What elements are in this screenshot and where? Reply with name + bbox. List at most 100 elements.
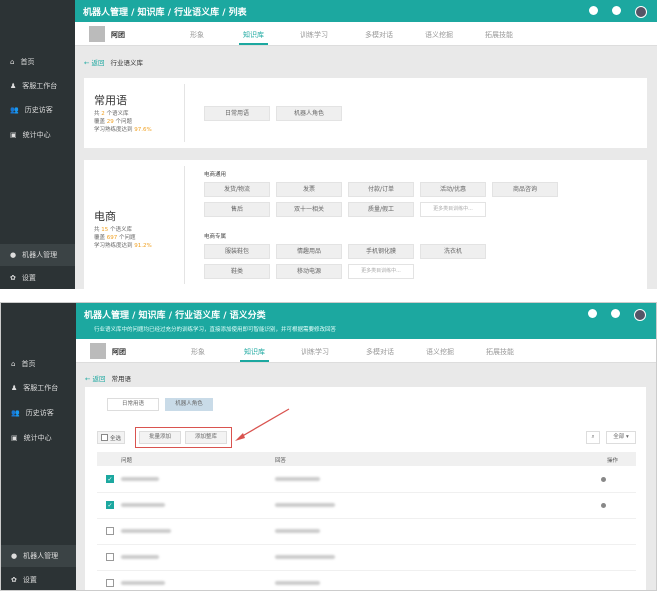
sidebar-item-home[interactable]: ⌂ 首页 [1,353,76,375]
answer-text [275,477,320,481]
row-checkbox[interactable] [106,579,114,587]
screen-industry-library-list: ⌂ 首页 ♟ 客服工作台 👥 历史访客 ▣ 统计中心 ● 机器人管理 ✿ 设置 机器人管理 … [0,0,657,289]
library-card-common: 常用语 共 2 个语义库 覆盖 29 个问题 学习熟练度达到 97.6% 日常用… [84,78,647,148]
gear-icon: ✿ [10,274,16,282]
tag[interactable]: 发票 [276,182,342,197]
answer-text [275,555,335,559]
answer-text [275,529,320,533]
row-checkbox[interactable]: ✓ [106,475,114,483]
chart-icon: ▣ [11,434,18,442]
tab-training[interactable]: 训练学习 [301,347,329,357]
sidebar-item-robot[interactable]: ● 机器人管理 [0,244,75,266]
tab-skills[interactable]: 拓展技能 [485,30,513,40]
question-text [121,477,159,481]
robot-subnav: 阿团 形象 知识库 训练学习 多模对话 语义挖掘 拓展技能 [76,339,656,363]
search-button[interactable]: ⌕ [586,431,600,444]
tag[interactable]: 售后 [204,202,270,217]
search-icon: ⌕ [591,434,595,440]
tag[interactable]: 商品咨询 [492,182,558,197]
tab-robot-role[interactable]: 机器人角色 [165,398,213,411]
robot-subnav: 阿团 形象 知识库 训练学习 多模对话 语义挖掘 拓展技能 [75,22,657,46]
tag[interactable]: 鞋类 [204,264,270,279]
sidebar-item-workbench[interactable]: ♟ 客服工作台 [0,75,75,97]
tag[interactable]: 日常用语 [204,106,270,121]
question-text [121,555,159,559]
avatar[interactable] [634,309,646,321]
breadcrumb: 机器人管理 / 知识库 / 行业语义库 / 语义分类 [84,311,266,321]
agent-icon: ♟ [11,384,18,392]
add-all-button[interactable]: 添加整库 [185,431,227,444]
sidebar-item-visitors[interactable]: 👥 历史访客 [0,99,75,121]
tab-appearance[interactable]: 形象 [191,347,205,357]
table-header: 问题 回答 操作 [97,452,636,466]
tag[interactable]: 活动/优惠 [420,182,486,197]
card-stats: 共 2 个语义库 覆盖 29 个问题 学习熟练度达到 97.6% [94,111,152,133]
page-breadcrumb: ← 返回 常用语 [85,375,132,383]
sidebar-item-visitors[interactable]: 👥 历史访客 [1,402,76,424]
notification-icon[interactable] [589,6,598,15]
robot-name[interactable]: 阿团 [111,30,125,40]
help-icon[interactable] [611,309,620,318]
back-link[interactable]: ← 返回 [85,375,106,383]
tab-mining[interactable]: 语义挖掘 [426,347,454,357]
sidebar-item-stats[interactable]: ▣ 统计中心 [0,124,75,146]
breadcrumb: 机器人管理 / 知识库 / 行业语义库 / 列表 [83,8,247,18]
question-text [121,503,165,507]
header: 机器人管理 / 知识库 / 行业语义库 / 语义分类 行业语义库中的问题均已经过… [76,303,656,339]
notification-icon[interactable] [588,309,597,318]
more-categories-placeholder: 更多类目训练中... [420,202,486,217]
help-icon[interactable] [612,6,621,15]
batch-add-button[interactable]: 批量添加 [139,431,181,444]
tag[interactable]: 质量/假工 [348,202,414,217]
tag[interactable]: 服装鞋包 [204,244,270,259]
tab-dialog[interactable]: 多模对话 [366,347,394,357]
tab-knowledge[interactable]: 知识库 [239,30,268,45]
tab-knowledge[interactable]: 知识库 [240,347,269,362]
robot-name[interactable]: 阿团 [112,347,126,357]
tag[interactable]: 手机钢化膜 [348,244,414,259]
library-card-ecommerce: 电商 共 15 个语义库 覆盖 697 个问题 学习熟练度达到 91.2% 电商… [84,160,647,289]
sidebar-item-home[interactable]: ⌂ 首页 [0,51,75,73]
tab-appearance[interactable]: 形象 [190,30,204,40]
tag[interactable]: 移动电源 [276,264,342,279]
tag[interactable]: 发货/物流 [204,182,270,197]
checkbox[interactable] [101,434,108,441]
tab-dialog[interactable]: 多模对话 [365,30,393,40]
card-title: 电商 [94,210,116,223]
sidebar-item-workbench[interactable]: ♟ 客服工作台 [1,377,76,399]
table-row [97,571,636,590]
row-checkbox[interactable] [106,553,114,561]
table-row [97,519,636,545]
sidebar-item-settings[interactable]: ✿ 设置 [1,569,76,590]
sidebar-item-stats[interactable]: ▣ 统计中心 [1,427,76,449]
tab-training[interactable]: 训练学习 [300,30,328,40]
delete-icon[interactable] [601,477,606,482]
question-text [121,581,165,585]
question-text [121,529,171,533]
sidebar-item-settings[interactable]: ✿ 设置 [0,267,75,289]
tab-mining[interactable]: 语义挖掘 [425,30,453,40]
sidebar: ⌂ 首页 ♟ 客服工作台 👥 历史访客 ▣ 统计中心 ● 机器人管理 ✿ 设置 [1,303,76,590]
tab-daily[interactable]: 日常用语 [107,398,159,411]
sidebar: ⌂ 首页 ♟ 客服工作台 👥 历史访客 ▣ 统计中心 ● 机器人管理 ✿ 设置 [0,0,75,289]
tag[interactable]: 洗衣机 [420,244,486,259]
group-label: 电商通用 [204,172,227,178]
select-all[interactable]: 全选 [97,431,125,444]
page-breadcrumb: ← 返回 行业语义库 [84,59,144,67]
delete-icon[interactable] [601,503,606,508]
tag[interactable]: 双十一相关 [276,202,342,217]
back-link[interactable]: ← 返回 [84,59,105,67]
filter-dropdown[interactable]: 全部 ▾ [606,431,636,444]
row-checkbox[interactable] [106,527,114,535]
robot-avatar [90,343,106,359]
row-checkbox[interactable]: ✓ [106,501,114,509]
tag[interactable]: 情趣用品 [276,244,342,259]
tab-skills[interactable]: 拓展技能 [486,347,514,357]
tag[interactable]: 付款/订单 [348,182,414,197]
sidebar-item-robot[interactable]: ● 机器人管理 [1,545,76,567]
home-icon: ⌂ [11,360,16,368]
tag[interactable]: 机器人角色 [276,106,342,121]
avatar[interactable] [635,6,647,18]
table-row: ✓ [97,467,636,493]
group-label: 电商专属 [204,234,227,240]
